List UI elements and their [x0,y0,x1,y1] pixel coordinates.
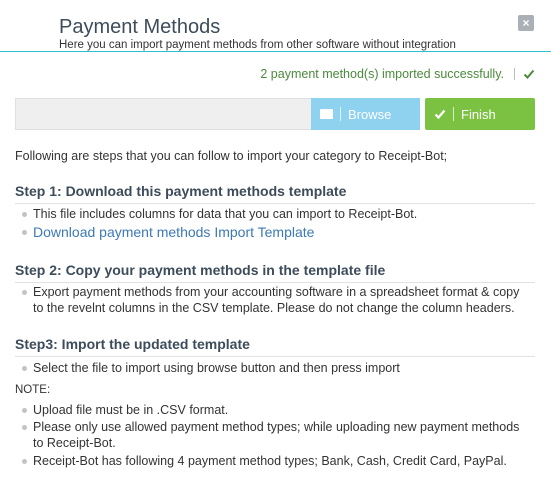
list-item: This file includes columns for data that… [22,206,527,222]
finish-button[interactable]: Finish [425,98,535,130]
step-2-heading: Step 2: Copy your payment methods in the… [15,262,535,283]
file-path-input[interactable] [15,98,311,130]
import-status: 2 payment method(s) imported successfull… [260,66,535,82]
browse-button[interactable]: Browse [311,98,420,130]
intro-text: Following are steps that you can follow … [15,149,448,163]
list-item: Upload file must be in .CSV format. [22,402,527,418]
button-divider [340,107,341,121]
modal-title: Payment Methods [59,16,221,38]
check-icon [523,69,535,79]
list-item: Download payment methods Import Template [22,224,527,241]
download-template-link[interactable]: Download payment methods Import Template [33,224,314,240]
browse-label: Browse [348,106,392,122]
step-1-heading: Step 1: Download this payment methods te… [15,183,535,204]
list-item: Please only use allowed payment method t… [22,419,527,451]
button-divider [453,107,454,121]
list-item: Select the file to import using browse b… [22,360,527,376]
modal-subtitle: Here you can import payment methods from… [59,39,456,51]
list-item: Export payment methods from your account… [22,284,527,316]
status-message: 2 payment method(s) imported successfull… [260,67,504,81]
status-divider [514,68,515,80]
close-button[interactable]: × [518,15,534,31]
step-3-heading: Step3: Import the updated template [15,336,535,357]
file-icon [320,109,333,119]
list-item: Receipt-Bot has following 4 payment meth… [22,453,527,469]
check-icon [434,109,446,120]
note-label: NOTE: [15,384,51,396]
modal-header: Payment Methods Here you can import paym… [0,0,551,52]
finish-label: Finish [461,106,496,122]
